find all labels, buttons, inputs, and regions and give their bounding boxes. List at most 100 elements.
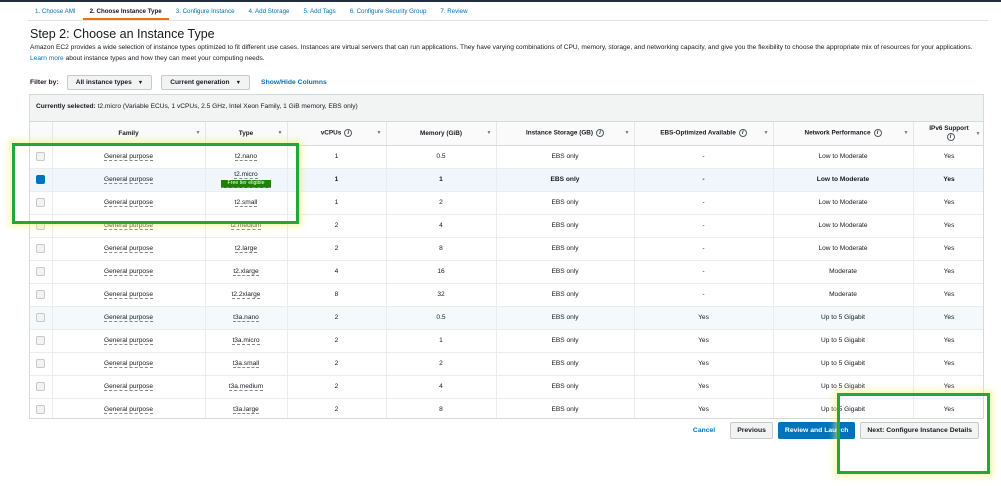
wizard-step-5[interactable]: 5. Add Tags bbox=[296, 4, 342, 20]
row-checkbox[interactable] bbox=[36, 359, 46, 368]
cell-family-value[interactable]: General purpose bbox=[103, 406, 154, 414]
cell-ebs: - bbox=[634, 237, 774, 261]
header-storage-label: Instance Storage (GB) bbox=[525, 129, 594, 137]
sort-icon[interactable]: ▼ bbox=[487, 130, 492, 136]
row-checkbox[interactable] bbox=[36, 152, 46, 161]
review-and-launch-button[interactable]: Review and Launch bbox=[777, 422, 856, 439]
table-row[interactable]: General purpose t2.2xlarge 8 32 EBS only - Mod… bbox=[30, 283, 983, 307]
cell-type-value[interactable]: t2.large bbox=[235, 245, 257, 253]
cancel-button[interactable]: Cancel bbox=[693, 427, 715, 434]
info-icon[interactable]: i bbox=[596, 129, 605, 138]
header-memory[interactable]: Memory (GiB) ▼ bbox=[386, 122, 497, 146]
wizard-step-1[interactable]: 1. Choose AMI bbox=[28, 4, 83, 20]
cell-storage: EBS only bbox=[496, 329, 635, 353]
cell-family: General purpose bbox=[52, 168, 206, 192]
sort-icon[interactable]: ▼ bbox=[764, 130, 769, 136]
table-row[interactable]: General purpose t3a.small 2 2 EBS only Yes Up … bbox=[30, 352, 983, 376]
next-configure-instance-details-button[interactable]: Next: Configure Instance Details bbox=[860, 422, 979, 439]
wizard-step-3[interactable]: 3. Configure Instance bbox=[169, 4, 242, 20]
cell-family-value[interactable]: General purpose bbox=[103, 314, 154, 322]
header-type[interactable]: Type ▼ bbox=[205, 122, 288, 146]
row-checkbox[interactable] bbox=[36, 290, 46, 299]
table-row[interactable]: General purpose t2.small 1 2 EBS only - Low to… bbox=[30, 191, 983, 215]
row-checkbox[interactable] bbox=[36, 175, 46, 184]
cell-family-value[interactable]: General purpose bbox=[103, 383, 154, 391]
header-network[interactable]: Network Performance i ▼ bbox=[773, 122, 914, 146]
row-checkbox[interactable] bbox=[36, 382, 46, 391]
previous-button[interactable]: Previous bbox=[730, 422, 773, 439]
info-icon[interactable]: i bbox=[946, 132, 955, 141]
table-row[interactable]: General purpose t2.nano 1 0.5 EBS only - Low t… bbox=[30, 145, 983, 169]
table-row[interactable]: General purpose t2.micro Free tier eligibl… bbox=[30, 168, 983, 192]
info-icon[interactable]: i bbox=[738, 129, 747, 138]
sort-icon[interactable]: ▼ bbox=[377, 130, 382, 136]
cell-type-value[interactable]: t2.medium bbox=[230, 222, 262, 230]
header-family[interactable]: Family ▼ bbox=[52, 122, 206, 146]
cell-type-value[interactable]: t3a.nano bbox=[233, 314, 259, 322]
row-checkbox[interactable] bbox=[36, 405, 46, 414]
row-checkbox[interactable] bbox=[36, 244, 46, 253]
cell-family-value[interactable]: General purpose bbox=[103, 245, 154, 253]
wizard-step-4[interactable]: 4. Add Storage bbox=[242, 4, 297, 20]
table-row[interactable]: General purpose t3a.large 2 8 EBS only Yes Up … bbox=[30, 398, 983, 418]
cell-ipv6: Yes bbox=[913, 191, 983, 215]
show-hide-columns-button[interactable]: Show/Hide Columns bbox=[261, 79, 327, 86]
sort-icon[interactable]: ▼ bbox=[278, 130, 283, 136]
cell-vcpus-value: 2 bbox=[334, 314, 339, 321]
cell-family-value[interactable]: General purpose bbox=[103, 222, 154, 230]
cell-type-value[interactable]: t2.xlarge bbox=[233, 268, 259, 276]
cell-network: Up to 5 Gigabit bbox=[773, 306, 914, 330]
cell-family-value[interactable]: General purpose bbox=[103, 176, 154, 184]
table-row[interactable]: General purpose t2.medium 2 4 EBS only - Low t… bbox=[30, 214, 983, 238]
cell-type-value[interactable]: t3a.large bbox=[233, 406, 259, 414]
cell-family-value[interactable]: General purpose bbox=[103, 268, 154, 276]
cell-storage: EBS only bbox=[496, 168, 635, 192]
row-checkbox[interactable] bbox=[36, 313, 46, 322]
cell-storage: EBS only bbox=[496, 283, 635, 307]
cell-family-value[interactable]: General purpose bbox=[103, 153, 154, 161]
row-checkbox[interactable] bbox=[36, 267, 46, 276]
sort-icon[interactable]: ▼ bbox=[976, 130, 981, 138]
cell-vcpus: 1 bbox=[287, 191, 387, 215]
sort-icon[interactable]: ▼ bbox=[625, 130, 630, 136]
sort-icon[interactable]: ▼ bbox=[904, 130, 909, 136]
wizard-step-6[interactable]: 6. Configure Security Group bbox=[343, 4, 434, 20]
header-ipv6[interactable]: IPv6 Support i ▼ bbox=[913, 122, 983, 146]
info-icon[interactable]: i bbox=[344, 129, 353, 138]
table-row[interactable]: General purpose t3a.nano 2 0.5 EBS only Yes Up… bbox=[30, 306, 983, 330]
cell-memory: 4 bbox=[386, 214, 497, 238]
table-row[interactable]: General purpose t2.large 2 8 EBS only - Low to… bbox=[30, 237, 983, 261]
wizard-step-7[interactable]: 7. Review bbox=[433, 4, 474, 20]
row-checkbox[interactable] bbox=[36, 198, 46, 207]
table-row[interactable]: General purpose t2.xlarge 4 16 EBS only - Mode… bbox=[30, 260, 983, 284]
cell-family-value[interactable]: General purpose bbox=[103, 337, 154, 345]
cell-type-value[interactable]: t2.nano bbox=[235, 153, 257, 161]
header-ebs[interactable]: EBS-Optimized Available i ▼ bbox=[634, 122, 774, 146]
table-row[interactable]: General purpose t3a.medium 2 4 EBS only Yes Up… bbox=[30, 375, 983, 399]
learn-more-link[interactable]: Learn more bbox=[30, 55, 64, 62]
sort-icon[interactable]: ▼ bbox=[196, 130, 201, 136]
cell-type-value[interactable]: t3a.micro bbox=[232, 337, 260, 345]
cell-type-value[interactable]: t2.micro bbox=[234, 171, 258, 179]
cell-type-value[interactable]: t2.2xlarge bbox=[231, 291, 261, 299]
generation-filter-dropdown[interactable]: Current generation ▼ bbox=[161, 75, 251, 90]
header-storage[interactable]: Instance Storage (GB) i ▼ bbox=[496, 122, 635, 146]
cell-network: Up to 5 Gigabit bbox=[773, 375, 914, 399]
wizard-step-2[interactable]: 2. Choose Instance Type bbox=[82, 4, 169, 20]
cell-family-value[interactable]: General purpose bbox=[103, 360, 154, 368]
cell-family: General purpose bbox=[52, 329, 206, 353]
row-checkbox[interactable] bbox=[36, 221, 46, 230]
info-icon[interactable]: i bbox=[873, 129, 882, 138]
table-row[interactable]: General purpose t3a.micro 2 1 EBS only Yes Up … bbox=[30, 329, 983, 353]
cell-type-value[interactable]: t2.small bbox=[234, 199, 258, 207]
instance-type-filter-dropdown[interactable]: All instance types ▼ bbox=[66, 75, 153, 90]
cell-memory-value: 4 bbox=[439, 222, 443, 229]
cell-type-value[interactable]: t3a.small bbox=[232, 360, 260, 368]
cell-family-value[interactable]: General purpose bbox=[103, 199, 154, 207]
cell-family-value[interactable]: General purpose bbox=[103, 291, 154, 299]
cell-storage-value: EBS only bbox=[551, 383, 579, 390]
cell-type-value[interactable]: t3a.medium bbox=[228, 383, 264, 391]
row-checkbox[interactable] bbox=[36, 336, 46, 345]
header-vcpus[interactable]: vCPUs i ▼ bbox=[287, 122, 387, 146]
cell-network-value: Low to Moderate bbox=[818, 199, 868, 206]
